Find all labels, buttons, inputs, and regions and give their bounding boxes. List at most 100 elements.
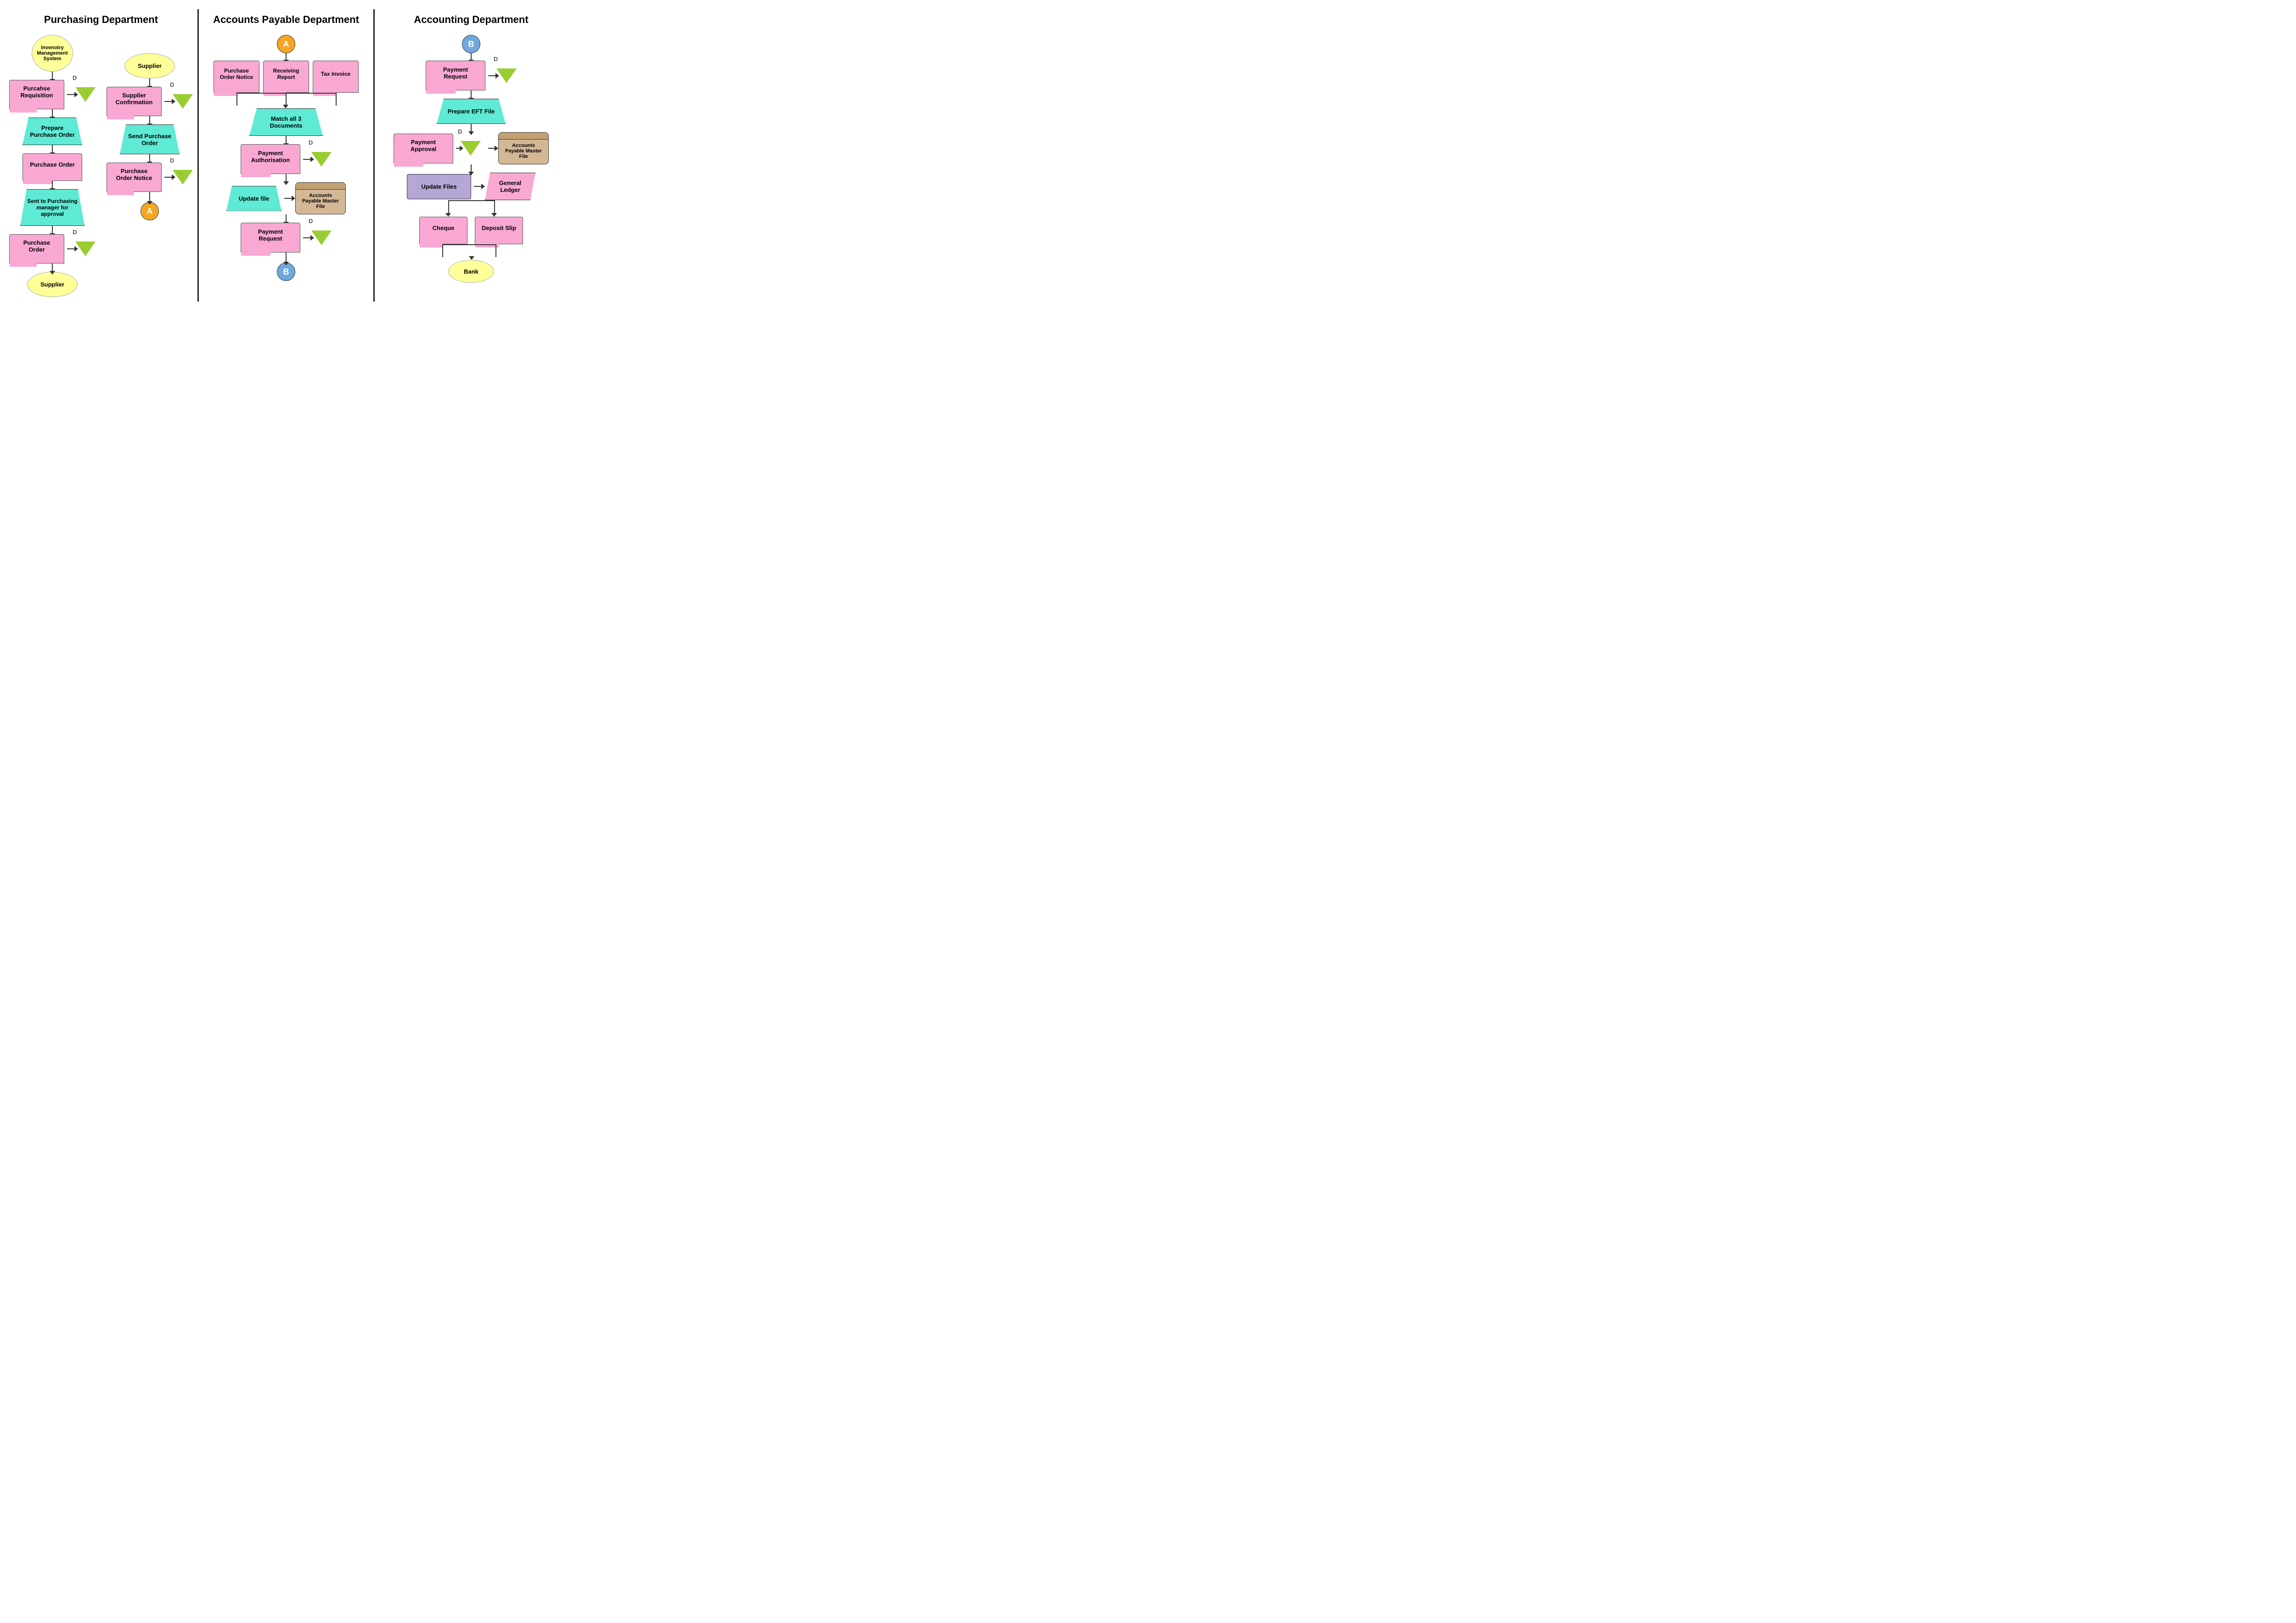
purchasing-dept-title: Purchasing Department bbox=[44, 14, 158, 26]
arrow-to-d2 bbox=[67, 248, 75, 249]
purch-col2: Supplier Supplier Confirmation D bbox=[107, 53, 193, 220]
d-pon: D bbox=[164, 170, 193, 185]
supplier-oval-top: Supplier bbox=[124, 53, 175, 79]
connector-b-acc: B bbox=[462, 35, 480, 53]
purchasing-inner: Invenotry Management System Purcahse Req… bbox=[7, 35, 195, 297]
arrow-preq-to-eft bbox=[471, 90, 472, 99]
connector-a-purch: A bbox=[141, 202, 159, 220]
d-supplier-conf: D bbox=[164, 94, 193, 109]
acc-payment-req-row: Payment Request D bbox=[426, 61, 517, 90]
d-triangle-8 bbox=[461, 141, 481, 156]
supplier-oval-bottom: Supplier bbox=[27, 272, 78, 297]
arrow-inv-to-req bbox=[52, 72, 53, 80]
arrow-to-d6 bbox=[303, 237, 311, 238]
ap-dept-title: Accounts Payable Department bbox=[213, 14, 359, 26]
arrow-update-to-req bbox=[286, 214, 287, 223]
arrow-to-ap-master bbox=[488, 148, 495, 149]
payment-request-ap: Payment Request bbox=[241, 223, 300, 253]
inventory-system: Invenotry Management System bbox=[32, 35, 73, 72]
purch-col1: Invenotry Management System Purcahse Req… bbox=[9, 35, 96, 297]
d-triangle-4 bbox=[173, 170, 193, 185]
prepare-eft: Prepare EFT File bbox=[437, 99, 506, 124]
d-triangle-2 bbox=[75, 241, 96, 256]
update-files-row: Update Files General Ledger bbox=[407, 173, 535, 200]
connector-a-ap: A bbox=[277, 35, 295, 53]
arrow-to-d3 bbox=[164, 101, 173, 102]
payment-authorisation: Payment Authorisation bbox=[241, 144, 300, 174]
arrow-sent-to-po2 bbox=[52, 226, 53, 234]
d-payment-req: D bbox=[303, 230, 332, 245]
supplier-confirmation: Supplier Confirmation bbox=[107, 87, 162, 116]
d-purchase-req: D bbox=[67, 87, 96, 102]
arrow-to-cylinder bbox=[284, 198, 293, 199]
arrow-prep-to-po bbox=[52, 145, 53, 153]
accounting-flow: B Payment Request D Prepare EF bbox=[377, 35, 565, 283]
arrow-to-d4 bbox=[164, 177, 173, 178]
three-docs-row: Purchase Order Notice Receiving Report T… bbox=[214, 61, 359, 93]
ap-master-file-ap: Accounts Payable Master File bbox=[295, 182, 346, 214]
deposit-slip: Deposit Slip bbox=[475, 217, 523, 244]
arrow-req-to-b bbox=[286, 253, 287, 263]
arrow-eft-to-approval bbox=[471, 124, 472, 132]
tax-invoice: Tax Invoice bbox=[313, 61, 359, 93]
purch-req-row: Purcahse Requisition D bbox=[9, 80, 96, 109]
d-payment-auth: D bbox=[303, 152, 332, 167]
arrow-b-to-preq bbox=[471, 53, 472, 61]
supplier-conf-row: Supplier Confirmation D bbox=[107, 87, 193, 116]
payment-approval-row: Payment Approval D Accounts Payable Mast… bbox=[394, 132, 549, 164]
arrow-to-d5 bbox=[303, 159, 311, 160]
d-triangle-3 bbox=[173, 94, 193, 109]
arrow-po-to-sent bbox=[52, 181, 53, 189]
update-file-row: Update file Accounts Payable Master File bbox=[226, 182, 346, 214]
arrow-approval-to-update bbox=[471, 164, 472, 173]
arrow-to-gl bbox=[474, 186, 482, 187]
arrow-to-d8 bbox=[456, 148, 461, 149]
update-file: Update file bbox=[226, 186, 281, 211]
arrow-match-to-auth bbox=[286, 136, 287, 144]
ap-flow: A Purchase Order Notice Receiving Report… bbox=[201, 35, 371, 281]
receiving-report: Receiving Report bbox=[263, 61, 309, 93]
d-acc-payment-req: D bbox=[488, 68, 517, 83]
pon-row: Purchase Order Notice D bbox=[107, 163, 193, 192]
po-notice-ap: Purchase Order Notice bbox=[214, 61, 259, 93]
ap-master-file-acc: Accounts Payable Master File bbox=[498, 132, 549, 164]
prepare-purchase-order: Prepare Purchase Order bbox=[23, 118, 82, 145]
purchasing-dept: Purchasing Department Invenotry Manageme… bbox=[5, 9, 197, 302]
accounting-dept-title: Accounting Department bbox=[414, 14, 528, 26]
sent-to-manager: Sent to Purchasing manager for approval bbox=[20, 189, 84, 226]
payment-req-row: Payment Request D bbox=[241, 223, 332, 253]
d-triangle-1 bbox=[75, 87, 96, 102]
update-files: Update Files bbox=[407, 174, 471, 199]
branch-lines bbox=[416, 200, 526, 214]
purchase-order-notice-purch: Purchase Order Notice bbox=[107, 163, 162, 192]
cheque-deposit-row: Cheque Deposit Slip bbox=[419, 217, 523, 244]
arrow-to-d1 bbox=[67, 94, 75, 95]
purchase-requisition: Purcahse Requisition bbox=[9, 80, 64, 109]
diagram-container: Purchasing Department Invenotry Manageme… bbox=[0, 0, 597, 311]
d-triangle-6 bbox=[311, 230, 332, 245]
converge-lines bbox=[214, 93, 359, 106]
purchase-order-2: Purchase Order bbox=[9, 234, 64, 264]
d-purchase-order2: D bbox=[67, 241, 96, 256]
connector-b-ap: B bbox=[277, 263, 295, 281]
bank: Bank bbox=[448, 260, 494, 283]
arrow-a-to-docs bbox=[286, 53, 287, 61]
cheque: Cheque bbox=[419, 217, 467, 244]
payment-auth-row: Payment Authorisation D bbox=[241, 144, 332, 174]
match-docs: Match all 3 Documents bbox=[249, 108, 323, 136]
arrow-sup-to-conf bbox=[149, 79, 150, 87]
arrow-pon-to-a bbox=[149, 192, 150, 202]
arrow-po2-to-supplier bbox=[52, 264, 53, 272]
purch-order2-row: Purchase Order D bbox=[9, 234, 96, 264]
payment-approval: Payment Approval bbox=[394, 134, 453, 163]
converge-to-bank bbox=[418, 244, 524, 257]
ap-dept: Accounts Payable Department A Purchase O… bbox=[199, 9, 373, 302]
d-triangle-5 bbox=[311, 152, 332, 167]
arrow-conf-to-send bbox=[149, 116, 150, 124]
d-payment-approval: D bbox=[456, 141, 481, 156]
payment-request-acc: Payment Request bbox=[426, 61, 485, 90]
arrow-to-d7 bbox=[488, 75, 496, 76]
arrow-req-to-prep bbox=[52, 109, 53, 118]
purchase-order-1: Purchase Order bbox=[23, 153, 82, 181]
arrow-send-to-pon bbox=[149, 154, 150, 163]
